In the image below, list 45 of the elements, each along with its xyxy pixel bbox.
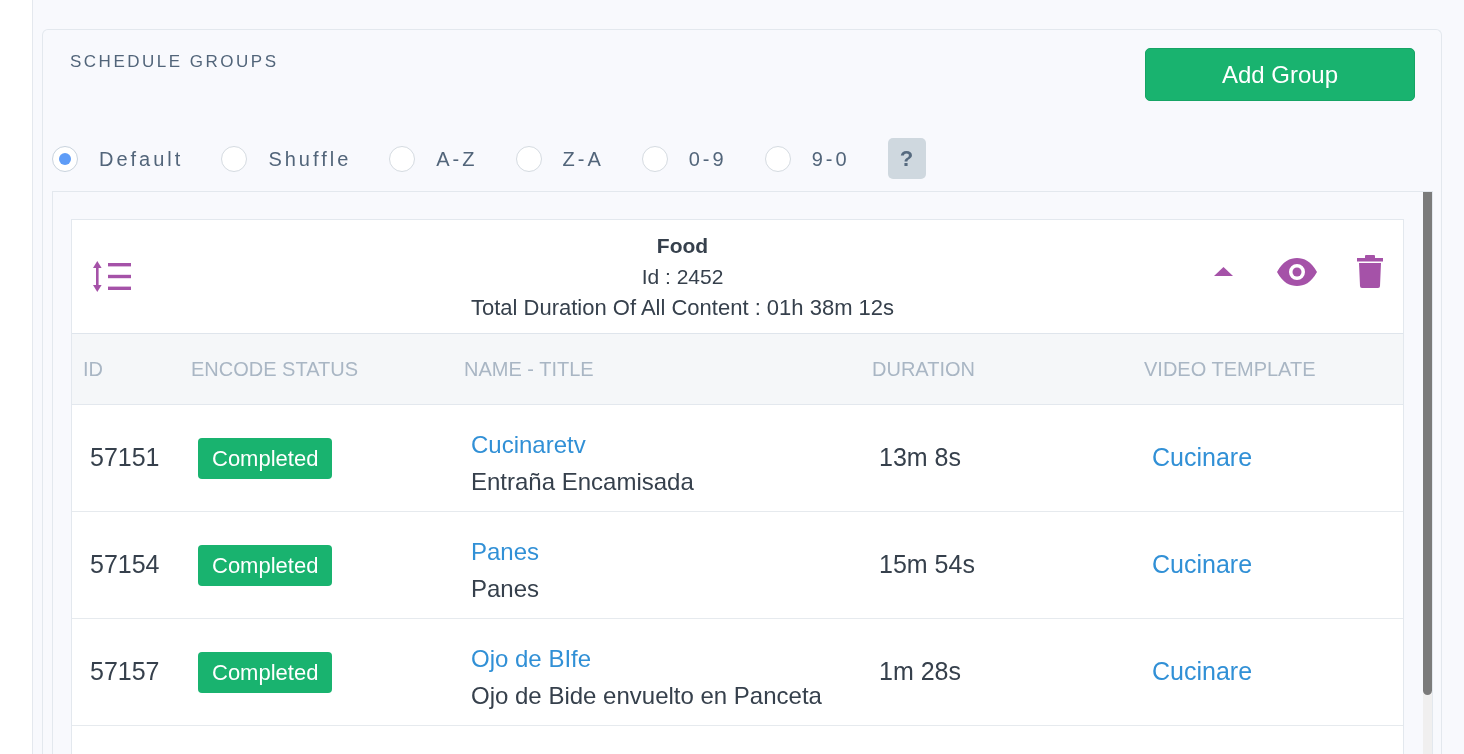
radio-label: 9-0 <box>811 146 850 172</box>
video-name-link[interactable]: Cucinaretv <box>471 426 586 463</box>
radio-label: A-Z <box>436 146 478 172</box>
section-title: SCHEDULE GROUPS <box>70 51 279 73</box>
radio-label: Default <box>99 146 184 172</box>
video-title: Panes <box>471 574 540 604</box>
column-header: VIDEO TEMPLATE <box>1144 357 1316 382</box>
radio-button[interactable] <box>764 145 791 172</box>
radio-button[interactable] <box>221 145 248 172</box>
caret-icon[interactable] <box>1214 267 1233 276</box>
table-cell-text: 1m 28s <box>879 656 961 688</box>
radio-label: Shuffle <box>268 146 352 172</box>
column-header: NAME - TITLE <box>464 357 594 382</box>
video-name-link[interactable]: Panes <box>471 533 540 570</box>
video-name-link[interactable]: Ojo de BIfe <box>471 640 592 677</box>
sort-icon[interactable] <box>93 261 131 292</box>
group-title: Food <box>656 232 709 259</box>
video-title: Ojo de Bide envuelto en Panceta <box>471 681 822 711</box>
column-header: ENCODE STATUS <box>191 357 359 382</box>
group-id: Id : 2452 <box>641 263 724 290</box>
radio-button[interactable] <box>515 145 542 172</box>
radio-label: 0-9 <box>688 146 727 172</box>
table-cell-text: 57151 <box>90 442 160 474</box>
status-badge: Completed <box>198 437 333 479</box>
table-cell-text: 15m 54s <box>879 549 975 581</box>
trash-icon[interactable] <box>1357 255 1383 288</box>
add-group-button[interactable]: Add Group <box>1145 48 1415 101</box>
status-badge: Completed <box>198 544 333 586</box>
eye-icon[interactable] <box>1277 257 1317 286</box>
radio-label: Z-A <box>562 146 604 172</box>
table-cell-text: 13m 8s <box>879 442 961 474</box>
radio-button[interactable] <box>641 145 668 172</box>
radio-button[interactable] <box>389 145 416 172</box>
template-link[interactable]: Cucinare <box>1152 653 1253 691</box>
radio-button[interactable] <box>52 145 78 172</box>
column-header: DURATION <box>872 357 975 382</box>
video-title: Entraña Encamisada <box>471 467 694 497</box>
column-header: ID <box>83 357 103 382</box>
help-button[interactable]: ? <box>887 138 926 179</box>
template-link[interactable]: Cucinare <box>1152 439 1253 477</box>
table-cell-text: 57154 <box>90 549 160 581</box>
template-link[interactable]: Cucinare <box>1152 546 1253 584</box>
group-total-duration: Total Duration Of All Content : 01h 38m 12s <box>470 293 895 322</box>
table-cell-text: 57157 <box>90 656 160 688</box>
status-badge: Completed <box>198 651 333 693</box>
